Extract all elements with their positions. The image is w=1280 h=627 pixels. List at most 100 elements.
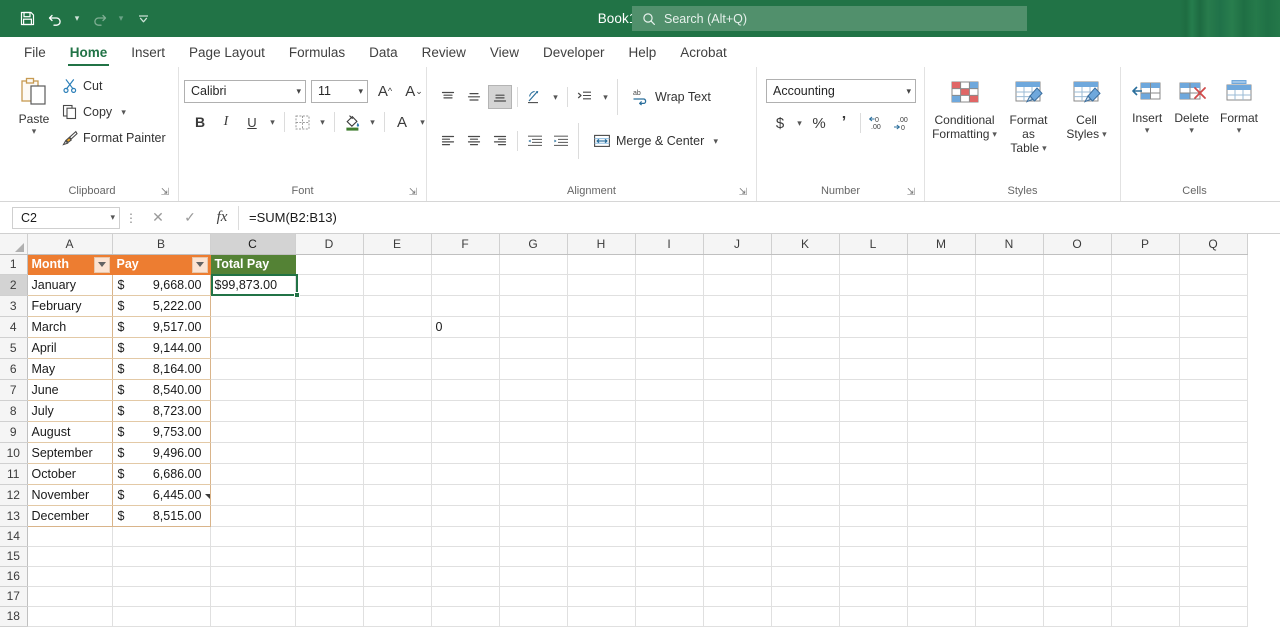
cell-i16[interactable]	[635, 566, 704, 587]
cell-o12[interactable]	[1043, 484, 1112, 506]
cell-g4[interactable]	[499, 316, 568, 338]
tab-insert[interactable]: Insert	[119, 37, 177, 67]
cell-f11[interactable]	[431, 463, 500, 485]
cell-a9-month[interactable]: August	[26, 421, 113, 443]
cell-f5[interactable]	[431, 337, 500, 359]
column-header-l[interactable]: L	[839, 234, 908, 255]
cell-g6[interactable]	[499, 358, 568, 380]
cell-g1[interactable]	[499, 254, 568, 275]
cell-k8[interactable]	[771, 400, 840, 422]
cell-l16[interactable]	[839, 566, 908, 587]
cell-n6[interactable]	[975, 358, 1044, 380]
cell-m5[interactable]	[907, 337, 976, 359]
column-header-h[interactable]: H	[567, 234, 636, 255]
orientation-dropdown-caret[interactable]: ▾	[549, 85, 562, 109]
cell-e13[interactable]	[363, 505, 432, 527]
cell-n10[interactable]	[975, 442, 1044, 464]
cell-a1-month-header[interactable]: Month	[27, 254, 113, 275]
table-resize-handle[interactable]	[205, 494, 210, 499]
spreadsheet-grid[interactable]: A B C D E F G H I J K L M N O P Q 1 Mont…	[0, 234, 1280, 627]
cell-c15[interactable]	[210, 546, 296, 567]
cell-j13[interactable]	[703, 505, 772, 527]
cell-c7[interactable]	[210, 379, 296, 401]
cell-p1[interactable]	[1111, 254, 1180, 275]
tab-help[interactable]: Help	[617, 37, 669, 67]
column-header-n[interactable]: N	[975, 234, 1044, 255]
cell-a12-month[interactable]: November	[26, 484, 113, 506]
cell-l6[interactable]	[839, 358, 908, 380]
cell-styles-button[interactable]: Cell Styles ▾	[1060, 77, 1114, 141]
row-header-5[interactable]: 5	[0, 337, 28, 359]
cell-e12[interactable]	[363, 484, 432, 506]
row-header-2[interactable]: 2	[0, 274, 28, 296]
cell-d1[interactable]	[295, 254, 364, 275]
tab-view[interactable]: View	[478, 37, 531, 67]
cell-b17[interactable]	[112, 586, 211, 607]
font-dialog-launcher[interactable]: ⇲	[407, 187, 419, 199]
cell-i4[interactable]	[635, 316, 704, 338]
cell-n3[interactable]	[975, 295, 1044, 317]
column-header-e[interactable]: E	[363, 234, 432, 255]
percent-style-button[interactable]: %	[807, 111, 831, 135]
filter-button-month[interactable]	[93, 256, 110, 273]
cell-q4[interactable]	[1179, 316, 1248, 338]
cell-g8[interactable]	[499, 400, 568, 422]
cell-j8[interactable]	[703, 400, 772, 422]
cell-p11[interactable]	[1111, 463, 1180, 485]
column-header-i[interactable]: I	[635, 234, 704, 255]
cell-p13[interactable]	[1111, 505, 1180, 527]
cell-k6[interactable]	[771, 358, 840, 380]
cell-m18[interactable]	[907, 606, 976, 627]
cell-h2[interactable]	[567, 274, 636, 296]
cell-m1[interactable]	[907, 254, 976, 275]
cell-e2[interactable]	[363, 274, 432, 296]
cell-o10[interactable]	[1043, 442, 1112, 464]
column-header-q[interactable]: Q	[1179, 234, 1248, 255]
cell-g14[interactable]	[499, 526, 568, 547]
cell-f3[interactable]	[431, 295, 500, 317]
cell-p3[interactable]	[1111, 295, 1180, 317]
row-header-9[interactable]: 9	[0, 421, 28, 443]
cell-l14[interactable]	[839, 526, 908, 547]
cell-g17[interactable]	[499, 586, 568, 607]
cell-f4-stray-value[interactable]: 0	[431, 316, 500, 338]
cell-n4[interactable]	[975, 316, 1044, 338]
cell-d16[interactable]	[295, 566, 364, 587]
cell-h18[interactable]	[567, 606, 636, 627]
name-box[interactable]: C2 ▾	[12, 206, 120, 229]
cell-d8[interactable]	[295, 400, 364, 422]
cell-n13[interactable]	[975, 505, 1044, 527]
cell-e9[interactable]	[363, 421, 432, 443]
cell-b18[interactable]	[112, 606, 211, 627]
cell-c13[interactable]	[210, 505, 296, 527]
decrease-indent-button[interactable]	[573, 85, 597, 109]
cell-b15[interactable]	[112, 546, 211, 567]
cell-i11[interactable]	[635, 463, 704, 485]
chevron-down-icon[interactable]: ▾	[110, 212, 115, 223]
cell-k3[interactable]	[771, 295, 840, 317]
underline-button[interactable]: U	[240, 110, 264, 134]
cell-k18[interactable]	[771, 606, 840, 627]
save-icon[interactable]	[14, 6, 40, 32]
cell-b5-pay[interactable]: $9,144.00	[111, 337, 211, 359]
cell-e8[interactable]	[363, 400, 432, 422]
cell-m13[interactable]	[907, 505, 976, 527]
row-header-17[interactable]: 17	[0, 586, 28, 607]
cell-j18[interactable]	[703, 606, 772, 627]
cell-f1[interactable]	[431, 254, 500, 275]
row-header-11[interactable]: 11	[0, 463, 28, 485]
cell-l17[interactable]	[839, 586, 908, 607]
accounting-dropdown-caret[interactable]: ▾	[793, 111, 806, 135]
cell-a11-month[interactable]: October	[26, 463, 113, 485]
cell-p4[interactable]	[1111, 316, 1180, 338]
format-as-table-dropdown-caret[interactable]: ▾	[1042, 143, 1047, 153]
column-header-o[interactable]: O	[1043, 234, 1112, 255]
cell-b16[interactable]	[112, 566, 211, 587]
cell-k5[interactable]	[771, 337, 840, 359]
cell-d13[interactable]	[295, 505, 364, 527]
cell-n15[interactable]	[975, 546, 1044, 567]
cell-d7[interactable]	[295, 379, 364, 401]
cell-j16[interactable]	[703, 566, 772, 587]
cell-a14[interactable]	[27, 526, 113, 547]
cell-l4[interactable]	[839, 316, 908, 338]
